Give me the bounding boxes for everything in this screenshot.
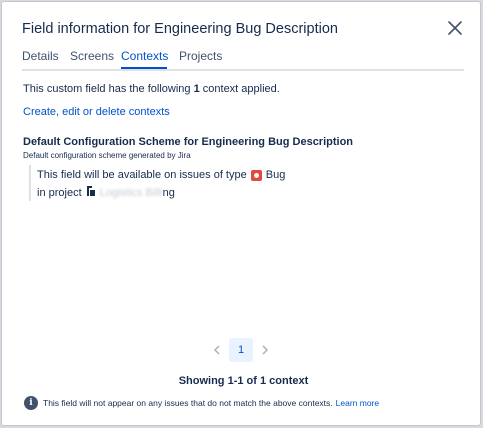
project-line: in project Logistics Billi ng [37, 185, 175, 200]
scheme-description: Default configuration scheme generated b… [23, 151, 191, 160]
project-icon [86, 185, 96, 200]
issue-type-name: Bug [265, 169, 286, 181]
close-icon[interactable] [446, 19, 464, 37]
dialog-title: Field information for Engineering Bug De… [22, 21, 338, 37]
pagination: 1 [208, 338, 274, 362]
tab-details[interactable]: Details [22, 49, 59, 63]
context-count-text: This custom field has the following 1 co… [23, 83, 280, 95]
project-name-suffix: ng [162, 186, 175, 199]
tab-screens[interactable]: Screens [70, 49, 114, 63]
next-page-chevron-right-icon[interactable] [256, 338, 274, 362]
info-icon: i [24, 396, 38, 410]
pagination-summary: Showing 1-1 of 1 context [178, 375, 309, 387]
active-tab-indicator [121, 67, 167, 69]
tab-projects[interactable]: Projects [179, 49, 222, 63]
footer-note-text: This field will not appear on any issues… [43, 398, 333, 408]
context-count-prefix: This custom field has the following [23, 83, 194, 95]
issue-type-text: This field will be available on issues o… [37, 169, 247, 181]
context-details: This field will be available on issues o… [29, 165, 285, 201]
tab-contexts[interactable]: Contexts [121, 49, 168, 63]
bug-icon [250, 169, 262, 181]
scheme-name: Default Configuration Scheme for Enginee… [23, 136, 354, 148]
previous-page-chevron-left-icon[interactable] [208, 338, 226, 362]
tab-bar: Details Screens Contexts Projects [22, 49, 464, 71]
project-name[interactable]: Logistics Billi [100, 187, 163, 199]
learn-more-link[interactable]: Learn more [336, 398, 379, 408]
project-prefix: in project [37, 186, 82, 199]
field-information-dialog: Field information for Engineering Bug De… [1, 1, 481, 426]
issue-type-line: This field will be available on issues o… [37, 169, 285, 181]
page-number-button[interactable]: 1 [229, 338, 253, 362]
footer-note: i This field will not appear on any issu… [24, 396, 379, 410]
context-count-suffix: context applied. [199, 83, 280, 95]
manage-contexts-link[interactable]: Create, edit or delete contexts [23, 106, 170, 118]
